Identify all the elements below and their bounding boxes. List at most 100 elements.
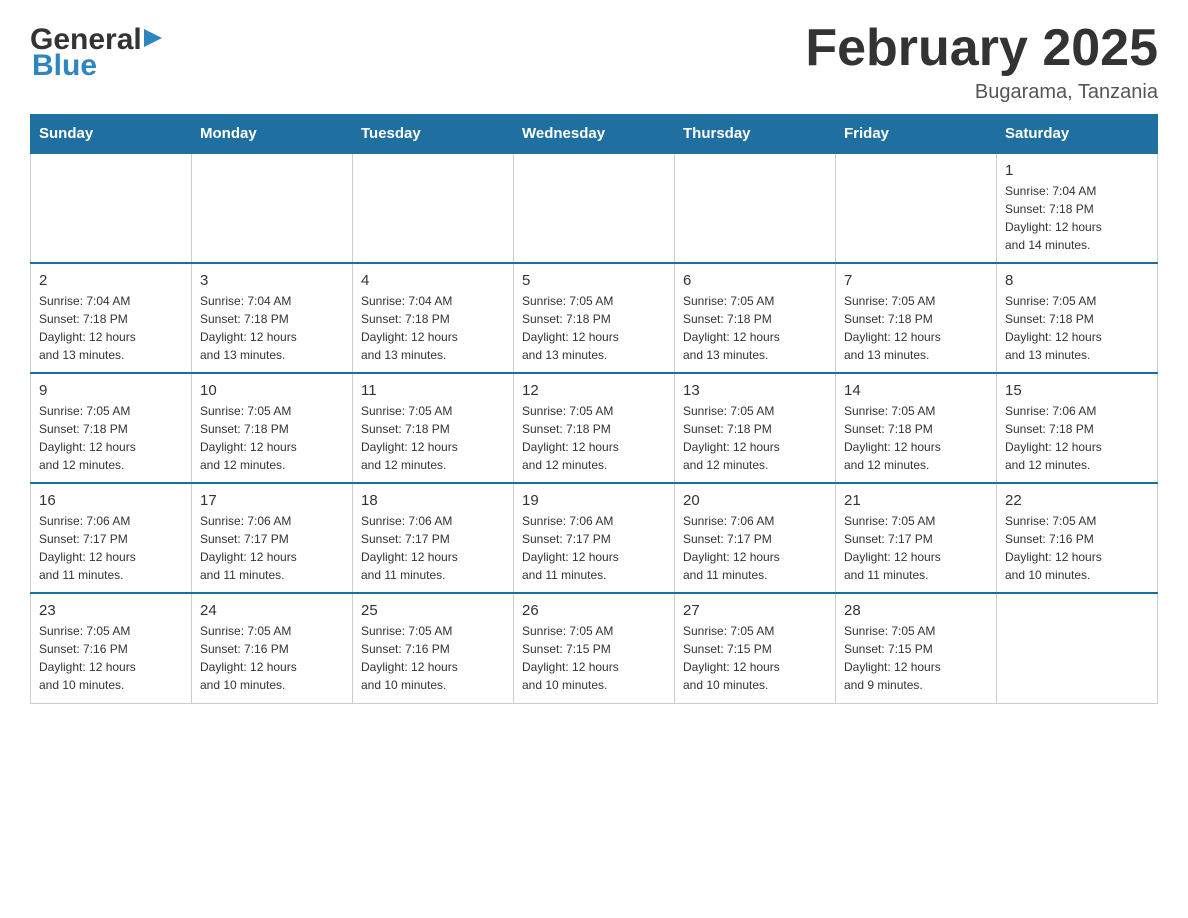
calendar-cell (514, 153, 675, 263)
weekday-header-monday: Monday (192, 115, 353, 154)
logo: General Blue (30, 20, 166, 83)
calendar-cell: 14Sunrise: 7:05 AM Sunset: 7:18 PM Dayli… (836, 373, 997, 483)
title-area: February 2025 Bugarama, Tanzania (805, 20, 1158, 104)
day-info: Sunrise: 7:05 AM Sunset: 7:18 PM Dayligh… (361, 402, 505, 474)
logo-blue: Blue (32, 49, 97, 83)
day-number: 13 (683, 382, 827, 399)
day-number: 22 (1005, 492, 1149, 509)
calendar-week-3: 9Sunrise: 7:05 AM Sunset: 7:18 PM Daylig… (31, 373, 1158, 483)
calendar-cell: 26 Sunrise: 7:05 AM Sunset: 7:15 PM Dayli… (514, 593, 675, 703)
calendar-cell: 15Sunrise: 7:06 AM Sunset: 7:18 PM Dayli… (997, 373, 1158, 483)
day-number: 25 (361, 602, 505, 619)
day-info: Sunrise: 7:04 AM Sunset: 7:18 PM Dayligh… (1005, 182, 1149, 254)
day-info: Sunrise: 7:05 AM Sunset: 7:16 PM Dayligh… (200, 622, 344, 694)
calendar-cell: 18Sunrise: 7:06 AM Sunset: 7:17 PM Dayli… (353, 483, 514, 593)
calendar-cell: 1 Sunrise: 7:04 AM Sunset: 7:18 PM Daylig… (997, 153, 1158, 263)
day-info: Sunrise: 7:05 AM Sunset: 7:16 PM Dayligh… (1005, 512, 1149, 584)
day-info: Sunrise: 7:05 AM Sunset: 7:15 PM Dayligh… (683, 622, 827, 694)
calendar-cell: 13 Sunrise: 7:05 AM Sunset: 7:18 PM Dayli… (675, 373, 836, 483)
day-number: 18 (361, 492, 505, 509)
day-number: 1 (1005, 162, 1149, 179)
calendar-cell: 3 Sunrise: 7:04 AM Sunset: 7:18 PM Daylig… (192, 263, 353, 373)
day-number: 26 (522, 602, 666, 619)
weekday-header-friday: Friday (836, 115, 997, 154)
day-info: Sunrise: 7:05 AM Sunset: 7:18 PM Dayligh… (683, 292, 827, 364)
day-number: 17 (200, 492, 344, 509)
day-number: 27 (683, 602, 827, 619)
calendar-week-4: 16 Sunrise: 7:06 AM Sunset: 7:17 PM Dayli… (31, 483, 1158, 593)
calendar-cell: 25 Sunrise: 7:05 AM Sunset: 7:16 PM Dayli… (353, 593, 514, 703)
calendar-cell (836, 153, 997, 263)
day-info: Sunrise: 7:05 AM Sunset: 7:18 PM Dayligh… (200, 402, 344, 474)
calendar-week-2: 2 Sunrise: 7:04 AM Sunset: 7:18 PM Daylig… (31, 263, 1158, 373)
day-info: Sunrise: 7:04 AM Sunset: 7:18 PM Dayligh… (200, 292, 344, 364)
calendar-cell: 28 Sunrise: 7:05 AM Sunset: 7:15 PM Dayli… (836, 593, 997, 703)
logo-triangle-icon (144, 27, 166, 49)
calendar-cell: 2 Sunrise: 7:04 AM Sunset: 7:18 PM Daylig… (31, 263, 192, 373)
weekday-header-tuesday: Tuesday (353, 115, 514, 154)
day-number: 24 (200, 602, 344, 619)
day-info: Sunrise: 7:06 AM Sunset: 7:17 PM Dayligh… (522, 512, 666, 584)
day-info: Sunrise: 7:05 AM Sunset: 7:16 PM Dayligh… (39, 622, 183, 694)
day-number: 8 (1005, 272, 1149, 289)
day-number: 21 (844, 492, 988, 509)
day-info: Sunrise: 7:05 AM Sunset: 7:18 PM Dayligh… (683, 402, 827, 474)
calendar-cell: 5Sunrise: 7:05 AM Sunset: 7:18 PM Daylig… (514, 263, 675, 373)
calendar-cell (997, 593, 1158, 703)
day-number: 20 (683, 492, 827, 509)
calendar-cell: 11 Sunrise: 7:05 AM Sunset: 7:18 PM Dayli… (353, 373, 514, 483)
day-number: 10 (200, 382, 344, 399)
calendar-cell: 12 Sunrise: 7:05 AM Sunset: 7:18 PM Dayli… (514, 373, 675, 483)
day-info: Sunrise: 7:05 AM Sunset: 7:17 PM Dayligh… (844, 512, 988, 584)
calendar-cell: 24 Sunrise: 7:05 AM Sunset: 7:16 PM Dayli… (192, 593, 353, 703)
calendar-table: SundayMondayTuesdayWednesdayThursdayFrid… (30, 114, 1158, 704)
day-number: 23 (39, 602, 183, 619)
calendar-cell: 4Sunrise: 7:04 AM Sunset: 7:18 PM Daylig… (353, 263, 514, 373)
day-info: Sunrise: 7:05 AM Sunset: 7:15 PM Dayligh… (522, 622, 666, 694)
day-info: Sunrise: 7:06 AM Sunset: 7:18 PM Dayligh… (1005, 402, 1149, 474)
day-number: 12 (522, 382, 666, 399)
day-number: 28 (844, 602, 988, 619)
calendar-cell (31, 153, 192, 263)
day-info: Sunrise: 7:05 AM Sunset: 7:15 PM Dayligh… (844, 622, 988, 694)
calendar-cell: 27 Sunrise: 7:05 AM Sunset: 7:15 PM Dayli… (675, 593, 836, 703)
calendar-week-1: 1 Sunrise: 7:04 AM Sunset: 7:18 PM Daylig… (31, 153, 1158, 263)
calendar-cell: 19 Sunrise: 7:06 AM Sunset: 7:17 PM Dayli… (514, 483, 675, 593)
weekday-header-thursday: Thursday (675, 115, 836, 154)
calendar-cell: 6Sunrise: 7:05 AM Sunset: 7:18 PM Daylig… (675, 263, 836, 373)
page-header: General Blue February 2025 Bugarama, Tan… (30, 20, 1158, 104)
calendar-cell: 17 Sunrise: 7:06 AM Sunset: 7:17 PM Dayli… (192, 483, 353, 593)
weekday-header-wednesday: Wednesday (514, 115, 675, 154)
day-number: 3 (200, 272, 344, 289)
day-number: 16 (39, 492, 183, 509)
calendar-cell (353, 153, 514, 263)
day-number: 11 (361, 382, 505, 399)
calendar-cell: 23 Sunrise: 7:05 AM Sunset: 7:16 PM Dayli… (31, 593, 192, 703)
calendar-cell: 21 Sunrise: 7:05 AM Sunset: 7:17 PM Dayli… (836, 483, 997, 593)
location: Bugarama, Tanzania (805, 81, 1158, 104)
calendar-cell: 9Sunrise: 7:05 AM Sunset: 7:18 PM Daylig… (31, 373, 192, 483)
day-number: 19 (522, 492, 666, 509)
calendar-body: 1 Sunrise: 7:04 AM Sunset: 7:18 PM Daylig… (31, 153, 1158, 703)
calendar-cell: 8Sunrise: 7:05 AM Sunset: 7:18 PM Daylig… (997, 263, 1158, 373)
day-info: Sunrise: 7:06 AM Sunset: 7:17 PM Dayligh… (200, 512, 344, 584)
day-info: Sunrise: 7:05 AM Sunset: 7:18 PM Dayligh… (844, 292, 988, 364)
day-info: Sunrise: 7:05 AM Sunset: 7:18 PM Dayligh… (522, 292, 666, 364)
month-title: February 2025 (805, 20, 1158, 77)
calendar-cell (675, 153, 836, 263)
calendar-header: SundayMondayTuesdayWednesdayThursdayFrid… (31, 115, 1158, 154)
weekday-header-sunday: Sunday (31, 115, 192, 154)
day-number: 14 (844, 382, 988, 399)
calendar-cell: 10 Sunrise: 7:05 AM Sunset: 7:18 PM Dayli… (192, 373, 353, 483)
day-info: Sunrise: 7:05 AM Sunset: 7:18 PM Dayligh… (522, 402, 666, 474)
day-number: 2 (39, 272, 183, 289)
day-info: Sunrise: 7:04 AM Sunset: 7:18 PM Dayligh… (361, 292, 505, 364)
day-info: Sunrise: 7:06 AM Sunset: 7:17 PM Dayligh… (683, 512, 827, 584)
day-info: Sunrise: 7:04 AM Sunset: 7:18 PM Dayligh… (39, 292, 183, 364)
calendar-cell: 22 Sunrise: 7:05 AM Sunset: 7:16 PM Dayli… (997, 483, 1158, 593)
day-info: Sunrise: 7:06 AM Sunset: 7:17 PM Dayligh… (39, 512, 183, 584)
weekday-header-saturday: Saturday (997, 115, 1158, 154)
day-info: Sunrise: 7:05 AM Sunset: 7:16 PM Dayligh… (361, 622, 505, 694)
day-info: Sunrise: 7:05 AM Sunset: 7:18 PM Dayligh… (39, 402, 183, 474)
calendar-week-5: 23 Sunrise: 7:05 AM Sunset: 7:16 PM Dayli… (31, 593, 1158, 703)
